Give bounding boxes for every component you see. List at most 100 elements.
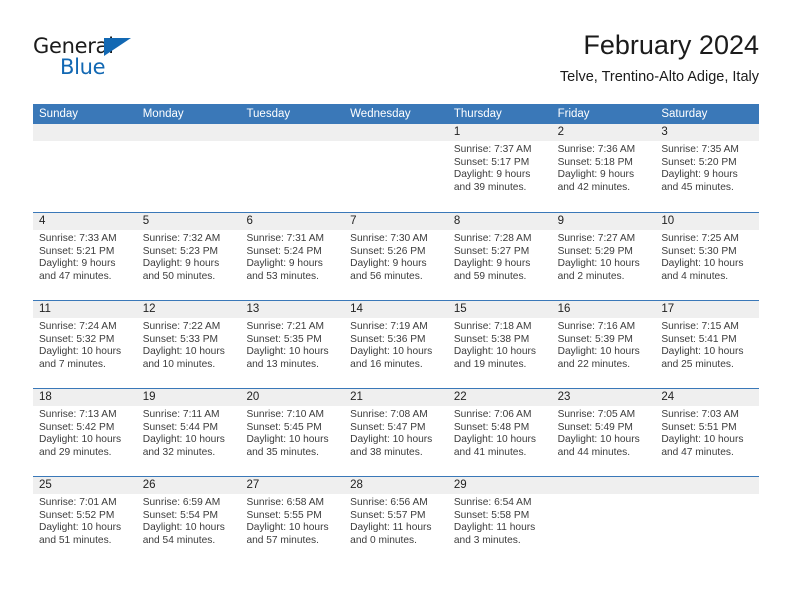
day-number: 3: [655, 124, 760, 141]
sunset-text: Sunset: 5:24 PM: [246, 245, 322, 257]
daylight-text-line1: Daylight: 9 hours: [246, 258, 323, 270]
day-number: 25: [33, 477, 137, 494]
day-sun-info: Sunrise: 7:10 AM Sunset: 5:45 PM Daylight:…: [240, 406, 344, 459]
day-sun-info: Sunrise: 7:27 AM Sunset: 5:29 PM Daylight:…: [552, 230, 656, 283]
sunrise-text: Sunrise: 6:59 AM: [142, 497, 221, 508]
sunrise-text: Sunrise: 7:05 AM: [557, 409, 636, 420]
day-cell[interactable]: 28 Sunrise: 6:56 AM Sunset: 5:57 PM Dayligh…: [344, 477, 448, 564]
sunset-text: Sunset: 5:41 PM: [661, 333, 737, 345]
daylight-text-line2: and 44 minutes.: [557, 446, 631, 458]
day-number: [551, 477, 656, 494]
day-number: 23: [551, 389, 656, 406]
daylight-text-line2: and 13 minutes.: [246, 358, 319, 370]
sunrise-text: Sunrise: 7:27 AM: [557, 233, 636, 244]
daylight-text-line1: Daylight: 9 hours: [350, 258, 427, 270]
day-cell[interactable]: 1 Sunrise: 7:37 AM Sunset: 5:17 PM Daylight…: [447, 124, 552, 212]
day-number: 8: [447, 213, 552, 230]
sunrise-text: Sunrise: 7:06 AM: [453, 409, 532, 420]
day-cell[interactable]: 2 Sunrise: 7:36 AM Sunset: 5:18 PM Daylight…: [551, 124, 656, 212]
day-cell[interactable]: 9 Sunrise: 7:27 AM Sunset: 5:29 PM Daylight…: [551, 213, 656, 300]
day-cell[interactable]: 7 Sunrise: 7:30 AM Sunset: 5:26 PM Daylight…: [344, 213, 448, 300]
sunrise-text: Sunrise: 7:21 AM: [246, 321, 325, 332]
day-sun-info: Sunrise: 6:59 AM Sunset: 5:54 PM Daylight:…: [137, 494, 241, 547]
week-row: 18 Sunrise: 7:13 AM Sunset: 5:42 PM Dayligh…: [33, 388, 760, 476]
sunrise-text: Sunrise: 7:19 AM: [350, 321, 428, 332]
daylight-text-line2: and 4 minutes.: [661, 270, 729, 282]
day-sun-info: Sunrise: 7:16 AM Sunset: 5:39 PM Daylight:…: [552, 318, 656, 371]
day-cell[interactable]: 20 Sunrise: 7:10 AM Sunset: 5:45 PM Dayligh…: [240, 389, 345, 476]
daylight-text-line1: Daylight: 11 hours: [350, 522, 432, 534]
daylight-text-line2: and 25 minutes.: [661, 358, 734, 370]
sunrise-text: Sunrise: 7:28 AM: [453, 233, 532, 244]
daylight-text-line1: Daylight: 9 hours: [453, 169, 531, 181]
day-sun-info: Sunrise: 6:54 AM Sunset: 5:58 PM Daylight:…: [448, 494, 552, 547]
sunrise-text: Sunrise: 7:22 AM: [142, 321, 221, 332]
day-number: 19: [136, 389, 241, 406]
sunset-text: Sunset: 5:26 PM: [350, 245, 426, 257]
day-number: 5: [136, 213, 241, 230]
sunset-text: Sunset: 5:39 PM: [557, 333, 633, 345]
daylight-text-line2: and 41 minutes.: [453, 446, 527, 458]
sunrise-text: Sunrise: 7:15 AM: [661, 321, 739, 332]
day-cell[interactable]: 24 Sunrise: 7:03 AM Sunset: 5:51 PM Dayligh…: [655, 389, 760, 476]
day-cell[interactable]: 3 Sunrise: 7:35 AM Sunset: 5:20 PM Daylight…: [655, 124, 760, 212]
page-subtitle: Telve, Trentino-Alto Adige, Italy: [559, 69, 759, 85]
day-cell[interactable]: 12 Sunrise: 7:22 AM Sunset: 5:33 PM Dayligh…: [136, 301, 241, 388]
day-cell[interactable]: 25 Sunrise: 7:01 AM Sunset: 5:52 PM Dayligh…: [33, 477, 137, 564]
weekday-header-row: Sunday Monday Tuesday Wednesday Thursday…: [33, 104, 759, 124]
day-cell[interactable]: 15 Sunrise: 7:18 AM Sunset: 5:38 PM Dayligh…: [447, 301, 552, 388]
sunset-text: Sunset: 5:44 PM: [142, 421, 219, 433]
day-cell[interactable]: 14 Sunrise: 7:19 AM Sunset: 5:36 PM Dayligh…: [344, 301, 448, 388]
day-cell[interactable]: 22 Sunrise: 7:06 AM Sunset: 5:48 PM Dayligh…: [447, 389, 552, 476]
day-cell-empty: [655, 477, 760, 564]
day-sun-info: Sunrise: 7:35 AM Sunset: 5:20 PM Daylight:…: [655, 141, 759, 194]
day-cell[interactable]: 21 Sunrise: 7:08 AM Sunset: 5:47 PM Dayligh…: [344, 389, 448, 476]
daylight-text-line2: and 50 minutes.: [142, 270, 216, 282]
weeks-container: 1 Sunrise: 7:37 AM Sunset: 5:17 PM Daylight…: [33, 124, 760, 564]
day-cell[interactable]: 8 Sunrise: 7:28 AM Sunset: 5:27 PM Daylight…: [447, 213, 552, 300]
day-cell[interactable]: 19 Sunrise: 7:11 AM Sunset: 5:44 PM Dayligh…: [136, 389, 241, 476]
day-cell[interactable]: 10 Sunrise: 7:25 AM Sunset: 5:30 PM Dayligh…: [655, 213, 760, 300]
day-sun-info: Sunrise: 7:24 AM Sunset: 5:32 PM Daylight:…: [33, 318, 137, 371]
day-number: 9: [551, 213, 656, 230]
day-cell-empty: [136, 124, 241, 212]
day-cell[interactable]: 26 Sunrise: 6:59 AM Sunset: 5:54 PM Dayligh…: [136, 477, 241, 564]
day-cell[interactable]: 23 Sunrise: 7:05 AM Sunset: 5:49 PM Dayligh…: [551, 389, 656, 476]
daylight-text-line1: Daylight: 10 hours: [246, 522, 329, 534]
day-number: [344, 124, 448, 141]
sunset-text: Sunset: 5:45 PM: [246, 421, 322, 433]
day-cell[interactable]: 13 Sunrise: 7:21 AM Sunset: 5:35 PM Dayligh…: [240, 301, 345, 388]
week-row: 11 Sunrise: 7:24 AM Sunset: 5:32 PM Dayligh…: [33, 300, 760, 388]
day-cell-empty: [551, 477, 656, 564]
weekday-header-friday: Friday: [557, 108, 590, 120]
day-cell[interactable]: 27 Sunrise: 6:58 AM Sunset: 5:55 PM Dayligh…: [240, 477, 345, 564]
day-number: 21: [344, 389, 448, 406]
day-cell[interactable]: 5 Sunrise: 7:32 AM Sunset: 5:23 PM Daylight…: [136, 213, 241, 300]
day-cell[interactable]: 17 Sunrise: 7:15 AM Sunset: 5:41 PM Dayligh…: [655, 301, 760, 388]
day-cell[interactable]: 6 Sunrise: 7:31 AM Sunset: 5:24 PM Daylight…: [240, 213, 345, 300]
day-cell[interactable]: 29 Sunrise: 6:54 AM Sunset: 5:58 PM Dayligh…: [447, 477, 552, 564]
day-sun-info: Sunrise: 7:15 AM Sunset: 5:41 PM Daylight:…: [655, 318, 759, 371]
daylight-text-line2: and 35 minutes.: [246, 446, 319, 458]
day-number: 1: [447, 124, 552, 141]
day-sun-info: Sunrise: 6:58 AM Sunset: 5:55 PM Daylight:…: [240, 494, 344, 547]
day-cell[interactable]: 18 Sunrise: 7:13 AM Sunset: 5:42 PM Dayligh…: [33, 389, 137, 476]
day-cell[interactable]: 4 Sunrise: 7:33 AM Sunset: 5:21 PM Daylight…: [33, 213, 137, 300]
title-block: February 2024 Telve, Trentino-Alto Adige…: [560, 28, 759, 88]
sunset-text: Sunset: 5:57 PM: [350, 509, 426, 521]
day-cell[interactable]: 11 Sunrise: 7:24 AM Sunset: 5:32 PM Dayligh…: [33, 301, 137, 388]
daylight-text-line1: Daylight: 10 hours: [557, 346, 640, 358]
sunrise-text: Sunrise: 7:10 AM: [246, 409, 325, 420]
daylight-text-line1: Daylight: 9 hours: [661, 169, 738, 181]
sunrise-text: Sunrise: 7:36 AM: [557, 144, 636, 155]
sunset-text: Sunset: 5:20 PM: [661, 156, 737, 168]
daylight-text-line1: Daylight: 10 hours: [350, 434, 433, 446]
day-cell[interactable]: 16 Sunrise: 7:16 AM Sunset: 5:39 PM Dayligh…: [551, 301, 656, 388]
sunrise-text: Sunrise: 7:37 AM: [453, 144, 532, 155]
daylight-text-line2: and 0 minutes.: [350, 534, 417, 546]
sunrise-text: Sunrise: 7:13 AM: [39, 409, 117, 420]
daylight-text-line1: Daylight: 10 hours: [246, 346, 329, 358]
sunrise-text: Sunrise: 7:32 AM: [142, 233, 221, 244]
day-number: [136, 124, 241, 141]
day-number: [240, 124, 345, 141]
